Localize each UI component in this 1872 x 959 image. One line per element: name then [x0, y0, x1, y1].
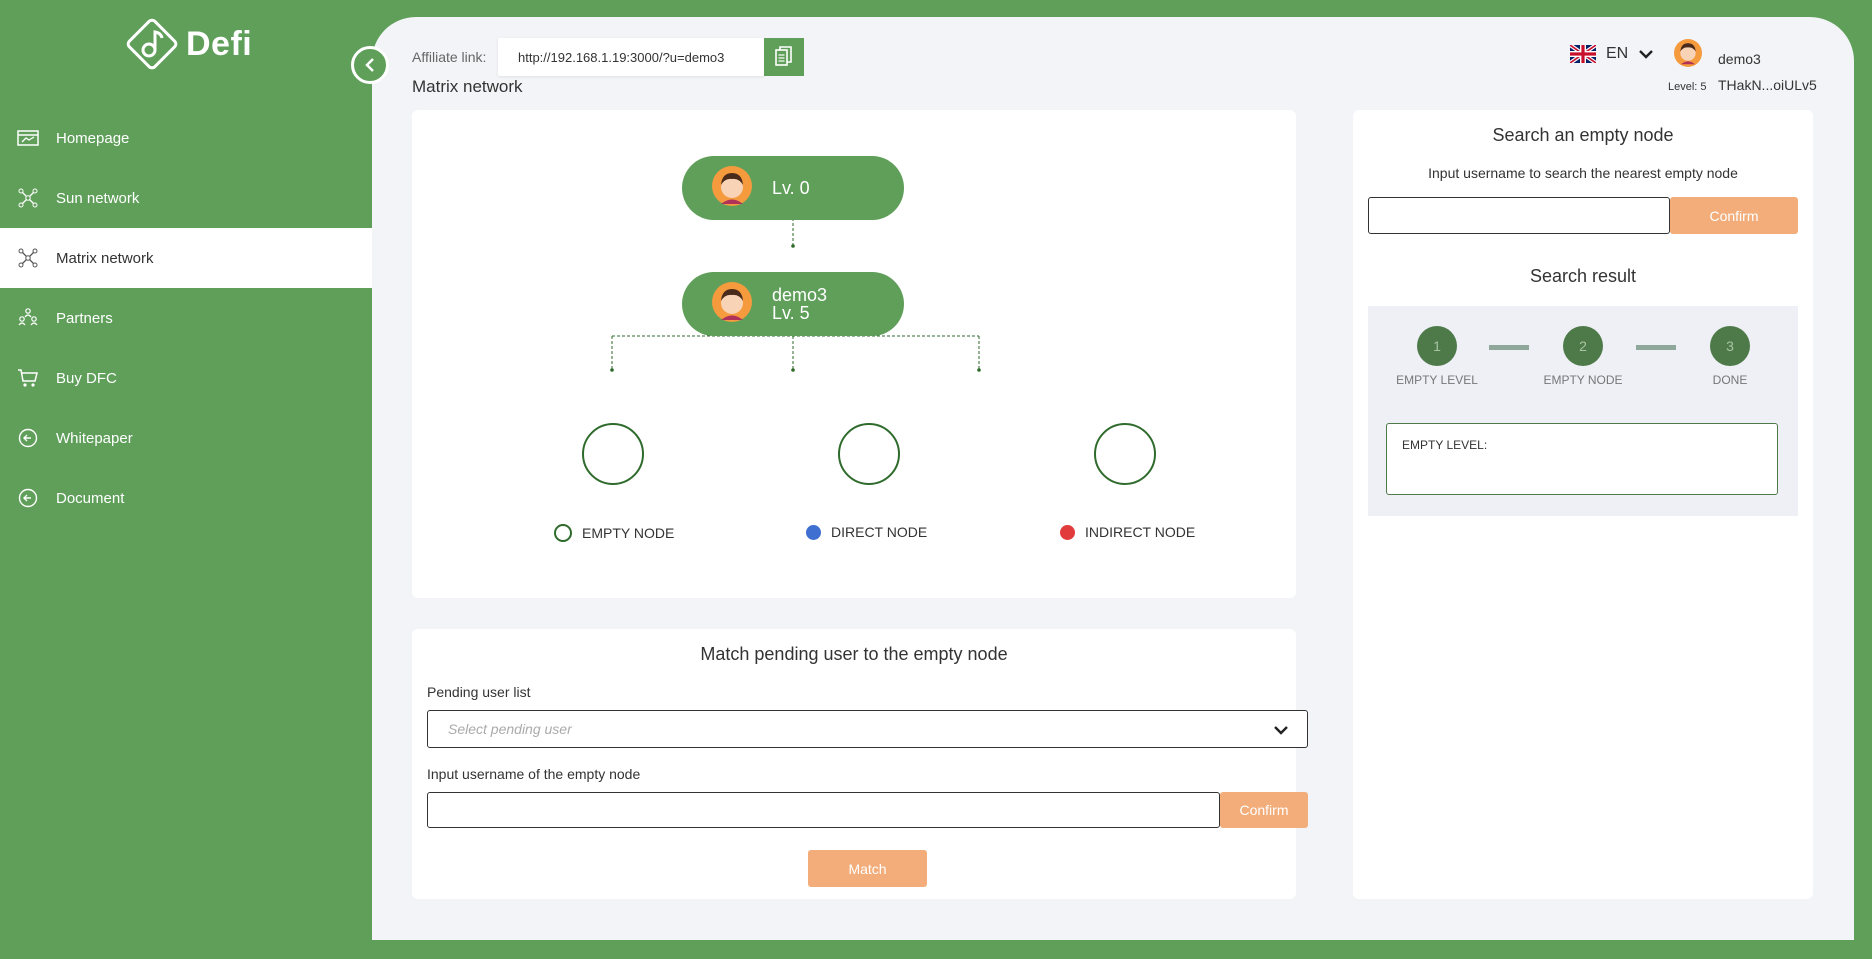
legend-empty: EMPTY NODE [554, 524, 674, 542]
sidebar-item-label: Document [56, 489, 125, 507]
sidebar-item-whitepaper[interactable]: Whitepaper [0, 408, 372, 468]
empty-node-left[interactable] [582, 423, 644, 485]
avatar [712, 281, 752, 327]
pending-user-select[interactable]: Select pending user [427, 710, 1308, 748]
avatar [1674, 39, 1702, 72]
empty-node-username-input[interactable] [427, 792, 1220, 828]
search-username-input[interactable] [1368, 197, 1670, 234]
avatar [712, 165, 752, 211]
sidebar-item-buy-dfc[interactable]: Buy DFC [0, 348, 372, 408]
legend-label: EMPTY NODE [582, 525, 675, 541]
music-note-diamond-icon [126, 18, 178, 70]
brand-logo[interactable]: Defi [124, 16, 252, 72]
empty-level-label: EMPTY LEVEL: [1402, 438, 1488, 452]
homepage-icon [16, 126, 40, 150]
empty-level-result: EMPTY LEVEL: [1386, 423, 1778, 495]
sidebar-item-label: Buy DFC [56, 369, 117, 387]
network-icon [16, 186, 40, 210]
arrow-circle-icon [16, 426, 40, 450]
legend-indirect: INDIRECT NODE [1060, 524, 1195, 540]
empty-node-username-label: Input username of the empty node [427, 766, 641, 782]
sidebar-item-label: Partners [56, 309, 113, 327]
sidebar-item-sun-network[interactable]: Sun network [0, 168, 372, 228]
empty-node-right[interactable] [1094, 423, 1156, 485]
match-button[interactable]: Match [808, 850, 927, 887]
arrow-circle-icon [16, 486, 40, 510]
page-title: Matrix network [412, 77, 523, 96]
legend-direct: DIRECT NODE [806, 524, 927, 540]
match-pending-card: Match pending user to the empty node Pen… [412, 629, 1308, 899]
step-2-label: EMPTY NODE [1543, 373, 1623, 387]
matrix-tree-card: Lv. 0 demo3 Lv. 5 EMPTY NODE DIRECT NODE… [412, 110, 1296, 598]
sidebar-item-label: Sun network [56, 189, 140, 207]
current-user-node[interactable]: demo3 Lv. 5 [682, 272, 904, 336]
search-subtitle: Input username to search the nearest emp… [1428, 165, 1738, 181]
user-address: THakN...oiULv5 [1718, 77, 1817, 93]
search-empty-node-card: Search an empty node Input username to s… [1353, 110, 1813, 899]
step-3-label: DONE [1712, 373, 1748, 387]
sidebar-item-matrix-network[interactable]: Matrix network [0, 228, 372, 288]
language-selector[interactable]: EN [1570, 45, 1654, 63]
current-node-level: Lv. 5 [772, 303, 810, 323]
step-2-circle: 2 [1563, 326, 1603, 366]
sidebar-item-document[interactable]: Document [0, 468, 372, 528]
chevron-down-icon [1274, 726, 1288, 735]
partners-icon [16, 306, 40, 330]
pending-user-label: Pending user list [427, 684, 531, 700]
step-1-circle: 1 [1417, 326, 1457, 366]
current-node-text: demo3 Lv. 5 [772, 286, 827, 322]
search-title: Search an empty node [1492, 125, 1674, 145]
search-confirm-button[interactable]: Confirm [1670, 197, 1798, 234]
sidebar-nav: Homepage Sun network Matrix network Part… [0, 108, 372, 528]
pending-user-placeholder: Select pending user [448, 721, 572, 737]
step-connector [1489, 345, 1529, 350]
copy-icon [775, 46, 792, 66]
legend-label: INDIRECT NODE [1085, 524, 1196, 540]
user-name: demo3 [1718, 51, 1761, 67]
sidebar-item-label: Matrix network [56, 249, 154, 267]
step-3-circle: 3 [1710, 326, 1750, 366]
current-node-name: demo3 [772, 285, 828, 305]
uk-flag-icon [1570, 45, 1596, 63]
sidebar-collapse-button[interactable] [351, 46, 389, 84]
sidebar-item-label: Whitepaper [56, 429, 133, 447]
affiliate-link-field[interactable]: http://192.168.1.19:3000/?u=demo3 [498, 38, 764, 76]
empty-node-center[interactable] [838, 423, 900, 485]
empty-node-swatch [554, 524, 572, 542]
root-node-level: Lv. 0 [772, 178, 810, 198]
main-content: Affiliate link: http://192.168.1.19:3000… [372, 17, 1854, 940]
root-node[interactable]: Lv. 0 [682, 156, 904, 220]
sidebar: Defi Homepage Sun network Matrix network… [0, 0, 372, 959]
copy-link-button[interactable] [764, 38, 804, 76]
cart-icon [16, 366, 40, 390]
user-level: Level: 5 [1668, 81, 1707, 93]
affiliate-label: Affiliate link: [412, 49, 487, 65]
legend-label: DIRECT NODE [831, 524, 928, 540]
step-connector [1636, 345, 1676, 350]
step-1-label: EMPTY LEVEL [1396, 373, 1478, 387]
sidebar-item-partners[interactable]: Partners [0, 288, 372, 348]
chevron-down-icon [1639, 50, 1654, 59]
network-icon [16, 246, 40, 270]
direct-node-swatch [806, 524, 821, 540]
chevron-left-icon [365, 58, 374, 72]
match-confirm-button[interactable]: Confirm [1220, 792, 1308, 828]
match-title: Match pending user to the empty node [700, 644, 1008, 664]
brand-name: Defi [186, 24, 253, 63]
sidebar-item-label: Homepage [56, 129, 130, 147]
user-profile[interactable]: Level: 5 demo3 THakN...oiULv5 [1668, 33, 1828, 93]
sidebar-item-homepage[interactable]: Homepage [0, 108, 372, 168]
search-result-panel: 1 2 3 EMPTY LEVEL EMPTY NODE DONE EMPTY … [1368, 306, 1798, 516]
language-code: EN [1606, 45, 1629, 62]
search-result-title: Search result [1529, 266, 1637, 286]
indirect-node-swatch [1060, 524, 1075, 540]
